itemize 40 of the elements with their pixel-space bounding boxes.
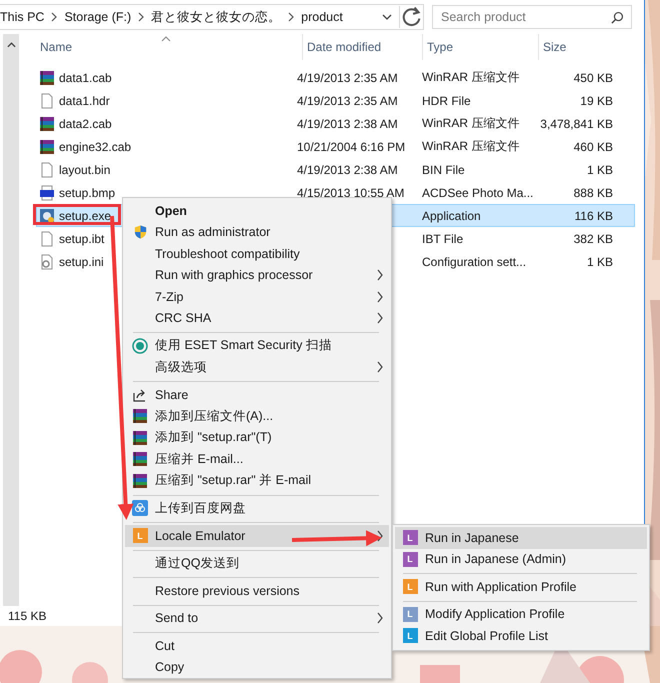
size-cell-text: 382 KB <box>572 232 613 246</box>
size-cell-text: 116 KB <box>574 208 613 222</box>
file-name: setup.exe <box>59 208 112 222</box>
locale-emulator-icon: L <box>132 528 148 544</box>
locale-emulator-icon: L <box>402 579 418 594</box>
file-name: data1.cab <box>59 70 112 84</box>
type-cell-text: ACDSee Photo Ma... <box>421 186 533 200</box>
type-cell-text: Configuration sett... <box>421 254 528 268</box>
type-cell-text: WinRAR 压缩文件 <box>421 69 520 86</box>
locale-emulator-icon: L <box>402 552 418 567</box>
locale-emulator-icon: L <box>402 606 418 622</box>
status-text: 115 KB <box>8 609 46 623</box>
size-cell-text: 888 KB <box>572 186 613 200</box>
type-cell-text: WinRAR 压缩文件 <box>421 115 520 132</box>
file-name: engine32.cab <box>59 140 132 154</box>
size-cell-text: 460 KB <box>572 140 613 154</box>
size-cell-text: 1 KB <box>586 162 613 176</box>
locale-emulator-icon: L <box>402 628 418 644</box>
type-cell-text: IBT File <box>421 232 464 246</box>
type-cell-text: WinRAR 压缩文件 <box>421 138 520 155</box>
date-cell-text: 4/19/2013 2:35 AM <box>297 94 399 108</box>
size-cell-text: 19 KB <box>579 94 613 108</box>
locale-emulator-icon: L <box>402 530 418 546</box>
date-cell-text: 4/15/2013 10:55 AM <box>297 186 406 200</box>
file-name: data1.hdr <box>59 94 110 108</box>
type-cell-text: BIN File <box>421 162 466 176</box>
file-name: layout.bin <box>59 162 110 176</box>
type-cell-text: Application <box>421 208 482 222</box>
file-name: data2.cab <box>59 116 112 130</box>
file-name: setup.ibt <box>59 232 104 246</box>
date-cell-text: 4/19/2013 2:38 AM <box>297 116 399 130</box>
size-cell-text: 3,478,841 KB <box>539 116 613 130</box>
type-cell-text: HDR File <box>421 94 472 108</box>
date-cell-text: 4/19/2013 2:38 AM <box>297 162 399 176</box>
size-cell-text: 1 KB <box>586 254 613 268</box>
date-cell-text: 4/19/2013 2:35 AM <box>297 70 399 84</box>
file-name: setup.bmp <box>59 186 116 200</box>
date-cell-text: 10/21/2004 6:16 PM <box>297 140 406 154</box>
file-name: setup.ini <box>59 254 104 268</box>
size-cell-text: 450 KB <box>572 70 613 84</box>
